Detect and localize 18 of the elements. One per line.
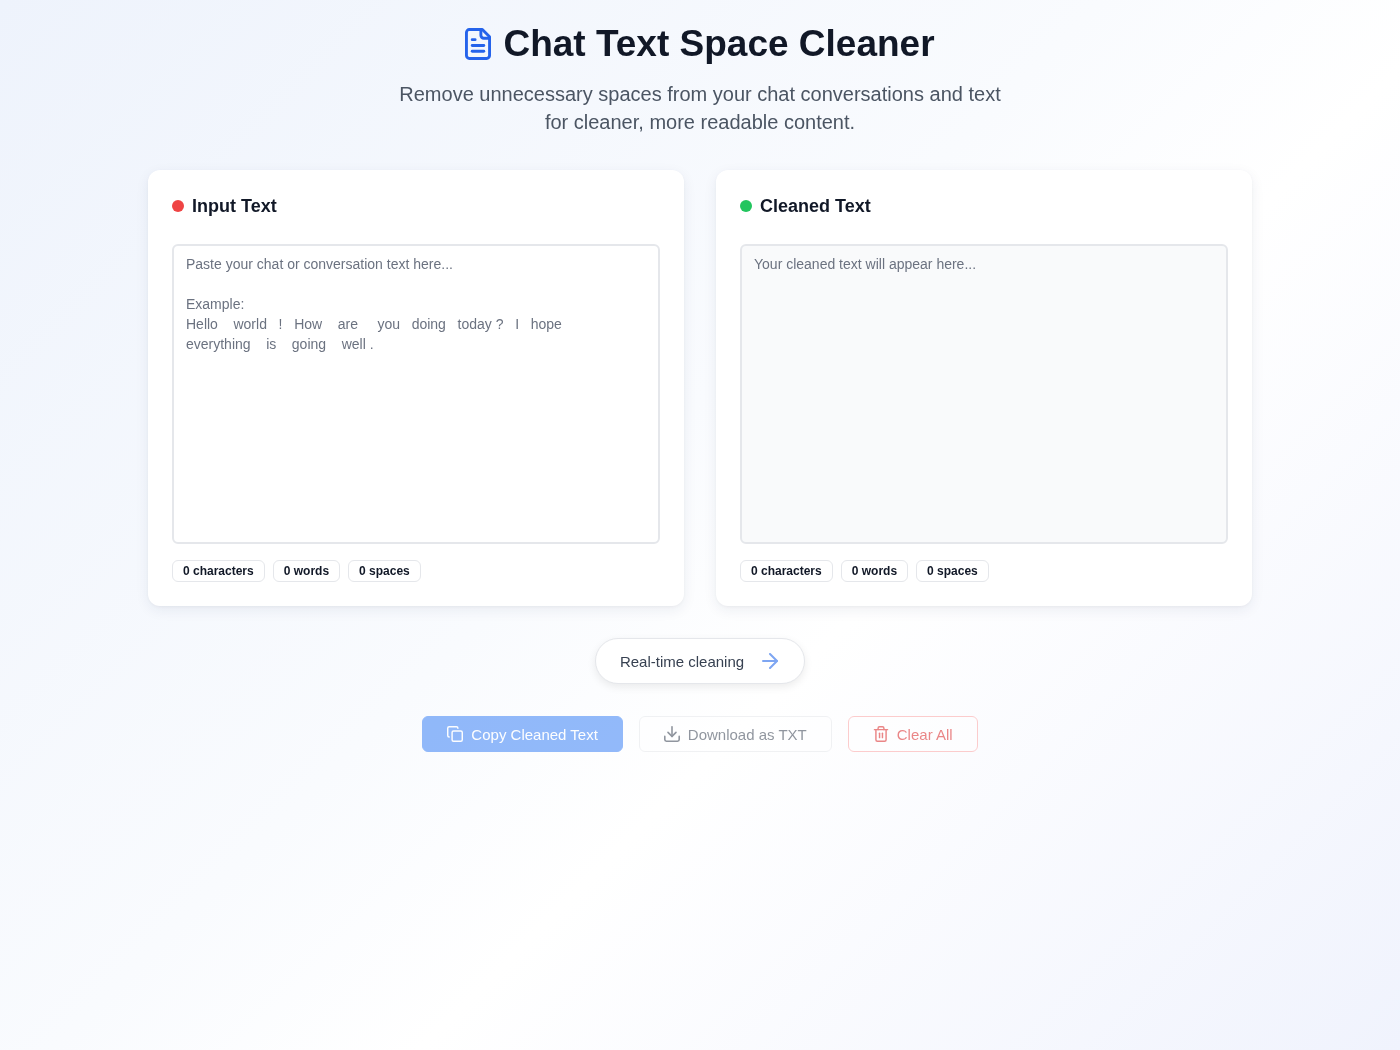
page-subtitle: Remove unnecessary spaces from your chat conversations and text for cleaner, more readable content. [398, 82, 1002, 135]
panel-title: Cleaned Text [760, 195, 871, 218]
arrow-right-icon [762, 653, 779, 669]
trash-icon [872, 726, 889, 742]
count-badge: 0 words [840, 560, 909, 582]
count-badge: 0 words [272, 560, 341, 582]
page-title: Chat Text Space Cleaner [503, 24, 935, 64]
count-badge: 0 characters [172, 560, 265, 582]
count-badge: 0 spaces [916, 560, 989, 582]
copy-icon [447, 726, 464, 742]
panel-title: Input Text [192, 195, 277, 218]
download-icon [663, 726, 680, 742]
document-icon [465, 28, 492, 60]
output-field[interactable]: Your cleaned text will appear here... [740, 244, 1228, 544]
status-label: Real-time cleaning [619, 652, 745, 670]
count-badge: 0 spaces [348, 560, 421, 582]
count-badge: 0 characters [740, 560, 833, 582]
input-field[interactable]: Paste your chat or conversation text here... Example: Hello world ! How are you doing today ? I hope everything is going well . [172, 244, 660, 544]
